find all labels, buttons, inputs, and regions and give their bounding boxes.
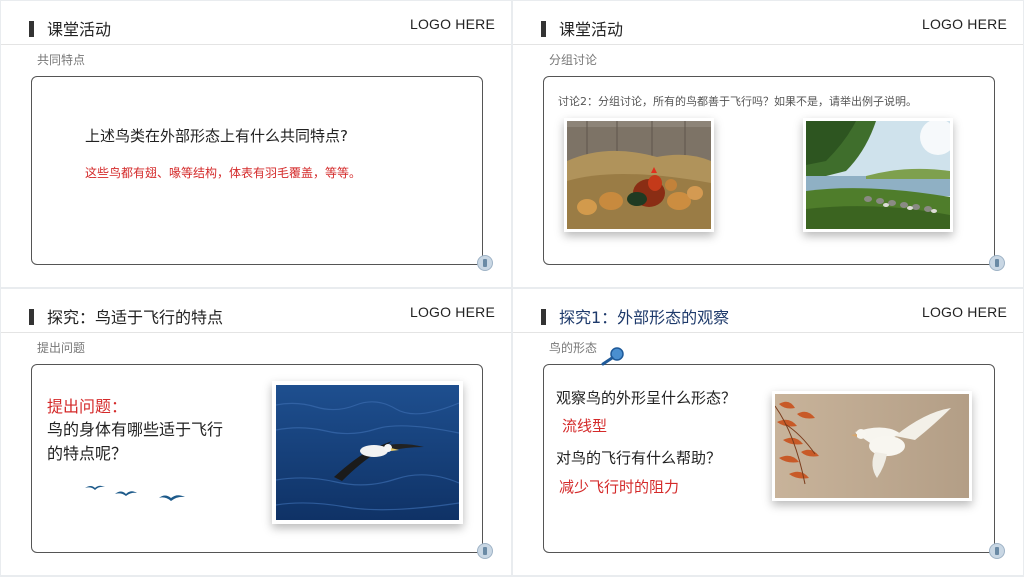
attachment-icon[interactable] — [989, 255, 1005, 271]
logo: LOGO HERE — [921, 16, 1007, 32]
logo: LOGO HERE — [921, 304, 1007, 320]
slide-subtitle: 鸟的形态 — [549, 341, 598, 355]
slide-flight-features[interactable]: 探究：鸟适于飞行的特点 LOGO HERE 提出问题 提出问题： 鸟的身体有哪些… — [1, 289, 511, 575]
dove-photo — [772, 391, 972, 501]
slide-title: 探究：鸟适于飞行的特点 — [47, 308, 224, 327]
title-bar-marker — [29, 309, 34, 325]
slide-title: 课堂活动 — [559, 20, 624, 39]
magnifier-icon — [601, 345, 627, 371]
attachment-icon[interactable] — [477, 543, 493, 559]
answer-1: 流线型 — [562, 417, 608, 435]
slide-group-discussion[interactable]: 课堂活动 LOGO HERE 分组讨论 讨论2：分组讨论，所有的鸟都善于飞行吗？… — [513, 1, 1023, 287]
question-line-2: 的特点呢？ — [47, 444, 128, 463]
attachment-icon[interactable] — [477, 255, 493, 271]
question-1: 观察鸟的外形呈什么形态？ — [556, 389, 737, 407]
header-divider — [1, 44, 511, 45]
answer-2: 减少飞行时的阻力 — [559, 478, 680, 496]
discussion-prompt: 讨论2：分组讨论，所有的鸟都善于飞行吗？如果不是，请举出例子说明。 — [558, 95, 917, 108]
slide-subtitle: 共同特点 — [37, 53, 86, 67]
answer-text: 这些鸟都有翅、喙等结构，体表有羽毛覆盖，等等。 — [85, 166, 362, 180]
attachment-icon[interactable] — [989, 543, 1005, 559]
header-divider — [513, 332, 1023, 333]
header-divider — [513, 44, 1023, 45]
slide-subtitle: 分组讨论 — [549, 53, 598, 67]
slide-common-features[interactable]: 课堂活动 LOGO HERE 共同特点 上述鸟类在外部形态上有什么共同特点? 这… — [1, 1, 511, 287]
slide-external-morphology[interactable]: 探究1：外部形态的观察 LOGO HERE 鸟的形态 观察鸟的外形呈什么形态？ … — [513, 289, 1023, 575]
title-bar-marker — [541, 309, 546, 325]
slide-title: 探究1：外部形态的观察 — [559, 308, 730, 327]
question-line-1: 鸟的身体有哪些适于飞行 — [47, 420, 224, 439]
question-label: 提出问题： — [47, 397, 128, 416]
albatross-photo — [272, 381, 463, 524]
title-bar-marker — [29, 21, 34, 37]
title-bar-marker — [541, 21, 546, 37]
slide-title: 课堂活动 — [47, 20, 112, 39]
question-2: 对鸟的飞行有什么帮助？ — [556, 449, 722, 467]
question-text: 上述鸟类在外部形态上有什么共同特点? — [85, 127, 348, 145]
flying-birds-icon — [83, 484, 193, 510]
hens-photo — [564, 118, 714, 232]
header-divider — [1, 332, 511, 333]
logo: LOGO HERE — [409, 16, 495, 32]
slide-subtitle: 提出问题 — [37, 341, 86, 355]
geese-photo — [803, 118, 953, 232]
logo: LOGO HERE — [409, 304, 495, 320]
